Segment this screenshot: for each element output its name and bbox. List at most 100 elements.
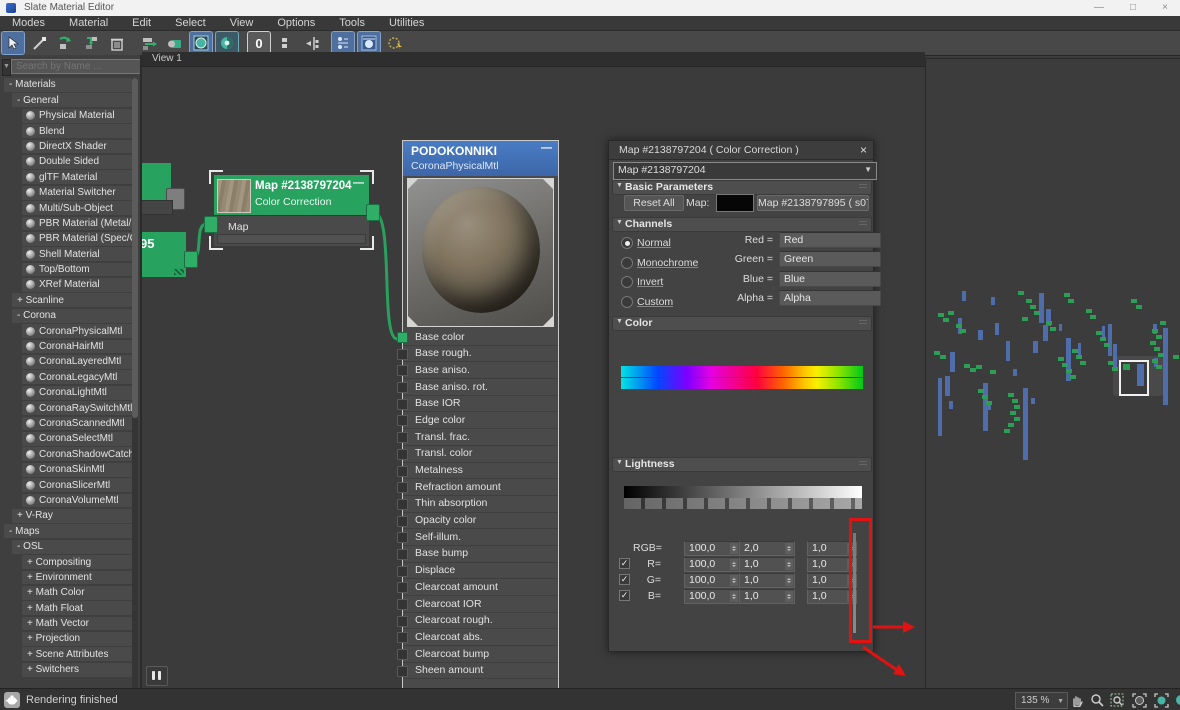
navigator-map-node[interactable] xyxy=(1034,311,1040,315)
browser-group-math-float[interactable]: + Math Float xyxy=(22,601,132,615)
move-children-icon[interactable] xyxy=(138,32,160,54)
show-maps-in-viewport-icon[interactable] xyxy=(216,32,238,54)
slot-input-socket[interactable] xyxy=(397,332,408,343)
slot-clearcoat-amount[interactable]: Clearcoat amount xyxy=(403,579,558,596)
navigator-map-node[interactable] xyxy=(1012,399,1018,403)
navigator-map-node[interactable] xyxy=(1008,423,1014,427)
navigator-map-node[interactable] xyxy=(1100,337,1106,341)
navigator-material-node[interactable] xyxy=(1163,328,1168,405)
navigator-map-node[interactable] xyxy=(1004,429,1010,433)
navigator-map-node[interactable] xyxy=(1152,329,1158,333)
navigator-map-node[interactable] xyxy=(1014,405,1020,409)
slot-input-socket[interactable] xyxy=(397,616,408,627)
navigator-map-node[interactable] xyxy=(1156,335,1162,339)
navigator-map-node[interactable] xyxy=(1030,305,1036,309)
put-material-to-scene-icon[interactable] xyxy=(80,32,102,54)
browser-item-blend[interactable]: Blend xyxy=(22,124,132,138)
navigator-map-node[interactable] xyxy=(1158,353,1164,357)
channel-checkbox[interactable]: ✓ xyxy=(619,558,630,569)
navigator-map-node[interactable] xyxy=(1154,347,1160,351)
browser-group-materials[interactable]: - Materials xyxy=(4,78,132,92)
spinner-arrows-icon[interactable] xyxy=(730,543,738,554)
channel-field-alpha[interactable]: Alpha xyxy=(779,290,881,306)
navigator-map-node[interactable] xyxy=(990,370,996,374)
pan-selected-icon[interactable] xyxy=(1172,691,1180,709)
menu-edit[interactable]: Edit xyxy=(120,16,163,30)
navigator-material-node[interactable] xyxy=(991,297,995,305)
navigator-map-node[interactable] xyxy=(982,395,988,399)
slot-input-socket[interactable] xyxy=(397,349,408,360)
browser-item-coronaslicermtl[interactable]: CoronaSlicerMtl xyxy=(22,478,132,492)
zoom-level-dropdown[interactable]: 135 %▼ xyxy=(1015,692,1068,709)
navigator-map-node[interactable] xyxy=(1080,361,1086,365)
rollout-channels[interactable]: ▼ Channels xyxy=(612,217,872,232)
spinner-arrows-icon[interactable] xyxy=(785,575,793,586)
search-input[interactable] xyxy=(11,59,142,74)
zero-smoothing-icon[interactable]: 0 xyxy=(248,32,270,54)
select-tool-icon[interactable] xyxy=(2,32,24,54)
browser-item-material-switcher[interactable]: Material Switcher xyxy=(22,186,132,200)
browser-group-environment[interactable]: + Environment xyxy=(22,571,132,585)
navigator-selected-node[interactable] xyxy=(1119,360,1149,396)
slot-input-socket[interactable] xyxy=(397,482,408,493)
browser-group-general[interactable]: - General xyxy=(12,93,132,107)
browser-item-top-bottom[interactable]: Top/Bottom xyxy=(22,263,132,277)
navigator-map-node[interactable] xyxy=(1086,309,1092,313)
channel-field-green[interactable]: Green xyxy=(779,251,881,267)
browser-group-switchers[interactable]: + Switchers xyxy=(22,663,132,677)
node-map95-output-socket[interactable] xyxy=(184,251,198,268)
basic-map-color-swatch[interactable] xyxy=(716,194,754,212)
navigator-map-node[interactable] xyxy=(1018,291,1024,295)
spinner-field[interactable]: 100,0 xyxy=(684,573,740,588)
reset-all-button[interactable]: Reset All xyxy=(624,195,684,211)
slot-input-socket[interactable] xyxy=(397,666,408,677)
panel-close-icon[interactable]: × xyxy=(860,143,867,157)
slot-base-bump[interactable]: Base bump xyxy=(403,546,558,563)
map-selector-dropdown[interactable]: Map #2138797204▼ xyxy=(613,162,877,180)
slot-base-color[interactable]: Base color xyxy=(403,329,558,346)
browser-scrollbar[interactable] xyxy=(132,78,138,688)
zoom-extents-icon[interactable] xyxy=(1130,691,1148,709)
browser-item-coronaphysicalmtl[interactable]: CoronaPhysicalMtl xyxy=(22,324,132,338)
browser-item-directx-shader[interactable]: DirectX Shader xyxy=(22,140,132,154)
browser-filter-icon[interactable]: ▼ xyxy=(2,59,11,76)
navigator-map-node[interactable] xyxy=(1152,359,1158,363)
browser-group-projection[interactable]: + Projection xyxy=(22,632,132,646)
slot-input-socket[interactable] xyxy=(397,399,408,410)
navigator-map-node[interactable] xyxy=(1150,341,1156,345)
browser-item-coronaselectmtl[interactable]: CoronaSelectMtl xyxy=(22,432,132,446)
slot-base-aniso-[interactable]: Base aniso. xyxy=(403,362,558,379)
collapse-icon[interactable]: — xyxy=(541,142,552,154)
channel-radio-normal[interactable] xyxy=(621,237,633,249)
cc-input-socket[interactable] xyxy=(204,216,218,233)
navigator-map-node[interactable] xyxy=(1104,343,1110,347)
navigator-map-node[interactable] xyxy=(1022,317,1028,321)
browser-item-coronascannedmtl[interactable]: CoronaScannedMtl xyxy=(22,417,132,431)
node-color-correction[interactable]: Map #2138797204 Color Correction — Map xyxy=(214,175,369,245)
menu-select[interactable]: Select xyxy=(163,16,218,30)
navigator-map-node[interactable] xyxy=(1014,417,1020,421)
navigator-material-node[interactable] xyxy=(995,323,999,335)
spinner-arrows-icon[interactable] xyxy=(785,591,793,602)
slot-input-socket[interactable] xyxy=(397,365,408,376)
slot-input-socket[interactable] xyxy=(397,599,408,610)
browser-item-coronalightmtl[interactable]: CoronaLightMtl xyxy=(22,386,132,400)
browser-item-coronahairmtl[interactable]: CoronaHairMtl xyxy=(22,340,132,354)
browser-group-v-ray[interactable]: + V-Ray xyxy=(12,509,132,523)
pan-hand-icon[interactable] xyxy=(1068,691,1086,709)
browser-group-scene-attributes[interactable]: + Scene Attributes xyxy=(22,647,132,661)
menu-material[interactable]: Material xyxy=(57,16,120,30)
show-shaded-background-icon[interactable] xyxy=(190,32,212,54)
slot-clearcoat-bump[interactable]: Clearcoat bump xyxy=(403,646,558,663)
spinner-field[interactable]: 2,0 xyxy=(739,541,795,556)
browser-item-coronashadowcatchermtl[interactable]: CoronaShadowCatcherMtl xyxy=(22,447,132,461)
browser-group-maps[interactable]: - Maps xyxy=(4,524,132,538)
browser-group-math-vector[interactable]: + Math Vector xyxy=(22,617,132,631)
browser-item-physical-material[interactable]: Physical Material xyxy=(22,109,132,123)
slot-base-ior[interactable]: Base IOR xyxy=(403,396,558,413)
browser-group-scanline[interactable]: + Scanline xyxy=(12,293,132,307)
navigator-map-node[interactable] xyxy=(1160,321,1166,325)
minimize-button[interactable]: — xyxy=(1086,1,1112,15)
navigator-map-node[interactable] xyxy=(1090,315,1096,319)
spinner-arrows-icon[interactable] xyxy=(730,575,738,586)
